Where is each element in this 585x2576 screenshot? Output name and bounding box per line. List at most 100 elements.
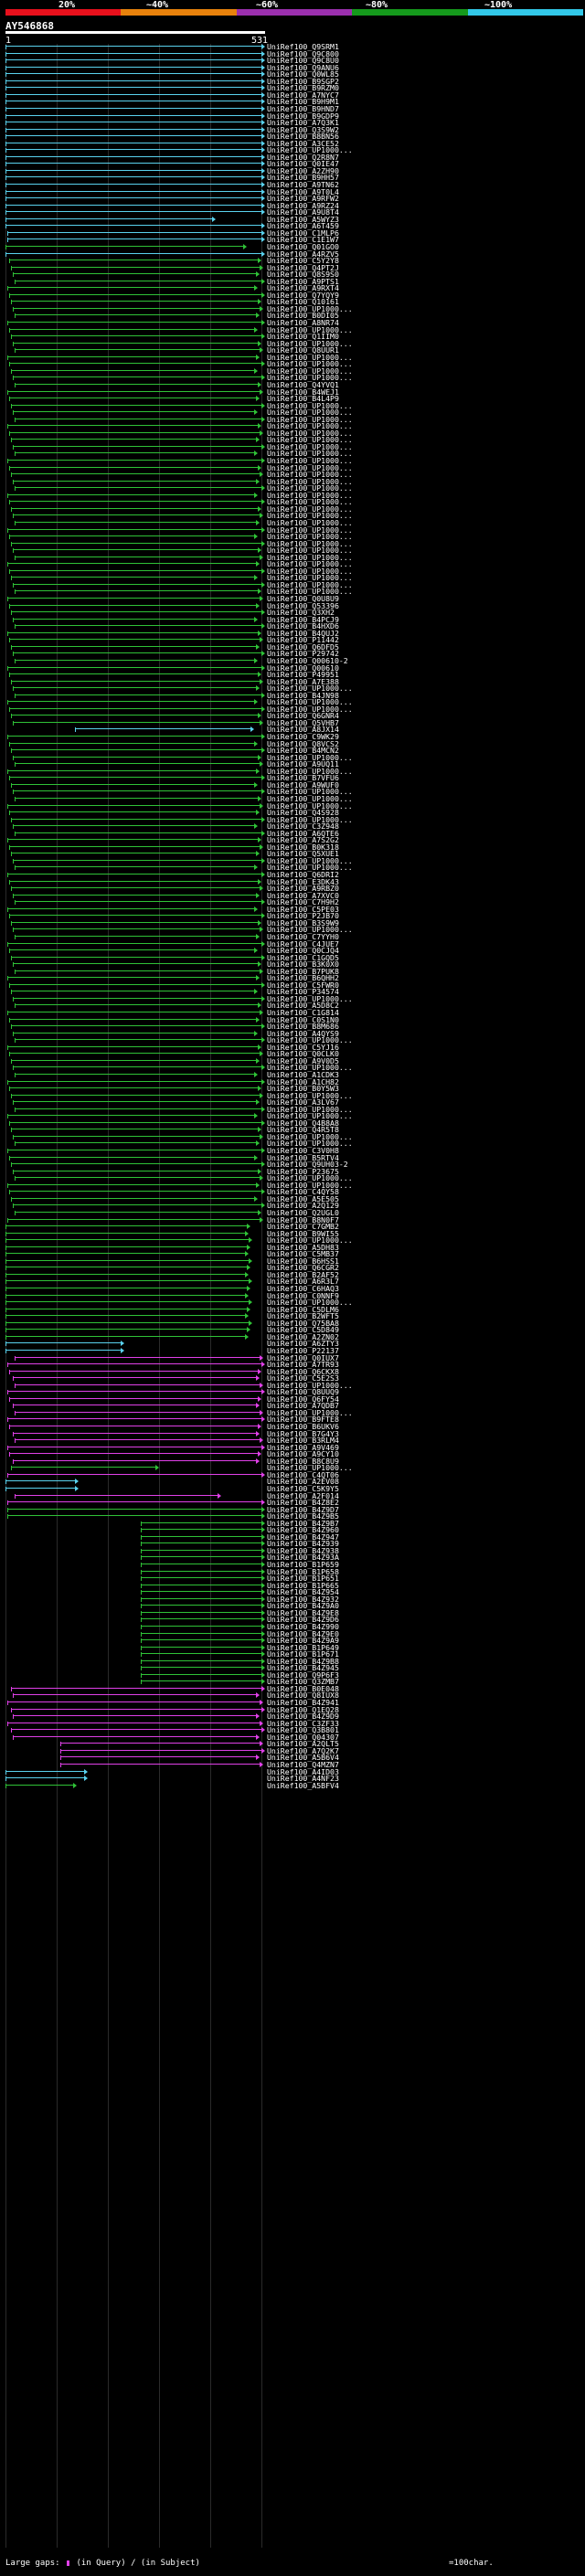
hit-alignment-line xyxy=(5,1770,84,1772)
hit-end-arrow-icon xyxy=(261,857,265,864)
hit-end-arrow-icon xyxy=(261,1623,265,1629)
hit-end-arrow-icon xyxy=(261,147,265,154)
hit-end-arrow-icon xyxy=(258,381,261,387)
hit-end-arrow-icon xyxy=(261,112,265,119)
hit-alignment-line xyxy=(15,935,256,937)
hit-end-arrow-icon xyxy=(261,1638,265,1644)
hit-end-arrow-icon xyxy=(260,388,263,395)
hit-end-arrow-icon xyxy=(258,1368,261,1374)
hit-end-arrow-icon xyxy=(261,1389,265,1395)
hit-end-arrow-icon xyxy=(260,264,263,270)
hit-alignment-line xyxy=(11,404,261,406)
query-ruler xyxy=(5,31,265,34)
hit-alignment-line xyxy=(5,1487,75,1489)
hit-alignment-line xyxy=(15,694,261,695)
hit-alignment-line xyxy=(9,845,260,847)
hit-end-arrow-icon xyxy=(258,1451,261,1458)
hit-end-arrow-icon xyxy=(258,754,261,760)
hit-alignment-line xyxy=(141,1535,261,1537)
hit-end-arrow-icon xyxy=(254,367,258,374)
hit-alignment-line xyxy=(13,618,254,620)
hit-alignment-line xyxy=(7,666,261,668)
hit-alignment-line xyxy=(15,797,258,799)
hit-alignment-line xyxy=(11,680,260,682)
hit-end-arrow-icon xyxy=(261,540,265,546)
hit-end-arrow-icon xyxy=(260,968,263,974)
hit-end-arrow-icon xyxy=(261,126,265,133)
hit-alignment-line xyxy=(11,749,261,751)
hit-end-arrow-icon xyxy=(261,1416,265,1423)
hit-alignment-line xyxy=(7,1115,254,1117)
hit-end-arrow-icon xyxy=(260,472,263,478)
hit-alignment-line xyxy=(15,1356,260,1358)
hit-end-arrow-icon xyxy=(247,1265,250,1271)
hit-end-arrow-icon xyxy=(261,651,265,657)
hit-end-arrow-icon xyxy=(260,1720,263,1726)
hit-alignment-line xyxy=(11,1163,261,1165)
hit-alignment-line xyxy=(7,1080,261,1082)
hit-alignment-line xyxy=(5,46,261,47)
hit-end-arrow-icon xyxy=(261,1471,265,1478)
hit-end-arrow-icon xyxy=(256,1403,260,1409)
hit-alignment-line xyxy=(5,252,261,254)
hit-alignment-line xyxy=(13,1204,261,1206)
hit-end-arrow-icon xyxy=(260,1051,263,1057)
hit-alignment-line xyxy=(7,1363,261,1365)
hit-end-arrow-icon xyxy=(261,995,265,1002)
hit-alignment-line xyxy=(9,604,256,606)
hit-end-arrow-icon xyxy=(258,1424,261,1429)
hit-end-arrow-icon xyxy=(260,1437,263,1444)
hit-alignment-line xyxy=(15,1177,260,1179)
hit-end-arrow-icon xyxy=(260,719,263,726)
hit-end-arrow-icon xyxy=(261,402,265,408)
hit-alignment-line xyxy=(7,1218,260,1220)
hit-alignment-line xyxy=(13,997,261,999)
hit-alignment-line xyxy=(7,1391,261,1393)
hit-alignment-line xyxy=(13,411,254,413)
hit-end-arrow-icon xyxy=(261,830,265,836)
hit-end-arrow-icon xyxy=(260,429,263,436)
hit-end-arrow-icon xyxy=(261,526,265,533)
hit-end-arrow-icon xyxy=(260,1092,263,1098)
hit-end-arrow-icon xyxy=(261,1685,265,1691)
hit-end-arrow-icon xyxy=(258,1044,261,1050)
hit-end-arrow-icon xyxy=(256,561,260,567)
hit-alignment-line xyxy=(9,673,258,675)
hit-alignment-line xyxy=(5,1225,247,1227)
hit-alignment-line xyxy=(5,1239,249,1241)
hit-end-arrow-icon xyxy=(249,1299,252,1306)
hit-end-arrow-icon xyxy=(261,78,265,84)
hit-alignment-line xyxy=(141,1591,261,1593)
hit-label[interactable]: UniRef100_A5BFV4 xyxy=(267,1781,339,1790)
hit-end-arrow-icon xyxy=(256,1057,260,1064)
hit-end-arrow-icon xyxy=(261,499,265,505)
hit-end-arrow-icon xyxy=(261,1651,265,1658)
hit-alignment-line xyxy=(13,1694,256,1696)
hit-end-arrow-icon xyxy=(260,596,263,601)
hit-alignment-line xyxy=(141,1542,261,1544)
hit-end-arrow-icon xyxy=(261,1203,265,1209)
hit-alignment-line xyxy=(7,460,261,461)
hit-alignment-line xyxy=(13,1066,261,1068)
hit-alignment-line xyxy=(141,1577,261,1579)
hit-alignment-line xyxy=(15,1142,256,1144)
hit-alignment-line xyxy=(15,1004,258,1006)
hit-alignment-line xyxy=(13,1735,256,1737)
hit-alignment-line xyxy=(60,1756,256,1758)
hit-end-arrow-icon xyxy=(250,726,254,733)
hit-alignment-line xyxy=(13,445,261,447)
hit-end-arrow-icon xyxy=(258,713,261,719)
hit-end-arrow-icon xyxy=(261,223,265,229)
hit-alignment-line xyxy=(5,1342,121,1344)
hit-end-arrow-icon xyxy=(256,892,260,898)
hit-alignment-line xyxy=(5,1777,84,1779)
hit-alignment-line xyxy=(5,80,261,81)
hit-row[interactable]: UniRef100_A5BFV4 xyxy=(0,1781,585,1790)
hit-alignment-line xyxy=(13,376,261,378)
hit-alignment-line xyxy=(13,859,261,861)
hit-end-arrow-icon xyxy=(261,734,265,739)
hit-alignment-line xyxy=(141,1556,261,1558)
large-gaps-label: Large gaps: xyxy=(5,2559,60,2568)
hit-alignment-line xyxy=(7,839,258,841)
hit-alignment-line xyxy=(9,949,254,951)
